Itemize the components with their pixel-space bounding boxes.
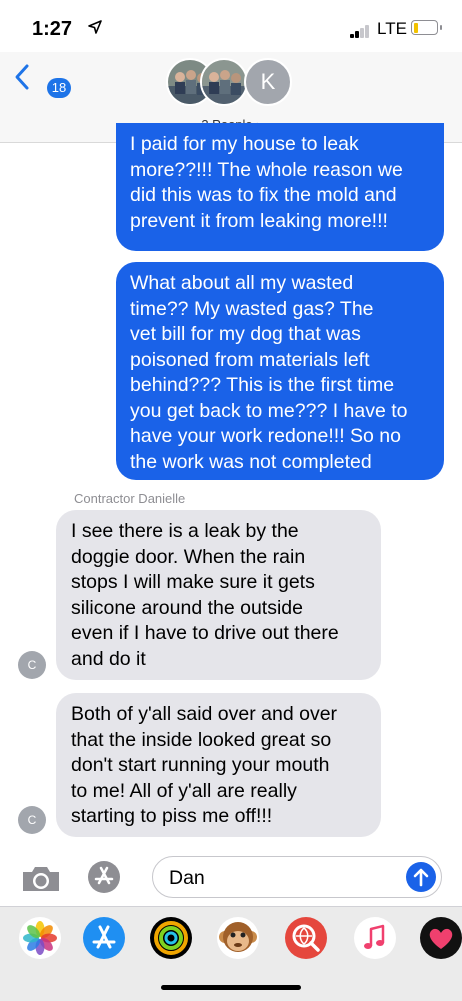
network-type: LTE (377, 19, 407, 38)
back-button[interactable]: 18 (14, 63, 71, 98)
status-time: 1:27 (32, 18, 73, 40)
digital-touch-icon[interactable] (420, 917, 462, 959)
sender-avatar[interactable]: C (18, 806, 46, 834)
app-store-icon[interactable] (88, 861, 120, 893)
photos-icon[interactable] (19, 917, 61, 959)
arrow-up-icon (413, 868, 429, 887)
battery-icon (411, 20, 442, 35)
incoming-message[interactable]: I see there is a leak by the doggie door… (56, 510, 381, 680)
compose-bar: Dan (0, 850, 462, 906)
sender-avatar[interactable]: C (18, 651, 46, 679)
outgoing-message[interactable]: What about all my wasted time?? My waste… (116, 262, 444, 480)
contact-avatar-k: K (244, 58, 292, 106)
group-avatars[interactable]: K (166, 58, 296, 114)
unread-count-badge: 18 (47, 78, 71, 98)
incoming-message[interactable]: Both of y'all said over and over that th… (56, 693, 381, 837)
signal-icon (350, 24, 372, 38)
camera-icon[interactable] (20, 864, 62, 894)
message-input[interactable]: Dan (152, 856, 442, 898)
images-search-icon[interactable] (285, 917, 327, 959)
app-store-icon[interactable] (83, 917, 125, 959)
location-arrow-icon (88, 20, 102, 34)
outgoing-message[interactable]: I paid for my house to leak more??!!! Th… (116, 123, 444, 251)
group-photo-avatar (200, 58, 248, 106)
status-bar: 1:27 LTE (0, 0, 462, 52)
send-button[interactable] (406, 862, 436, 892)
animoji-monkey-icon[interactable] (217, 917, 259, 959)
music-icon[interactable] (354, 917, 396, 959)
message-input-text: Dan (169, 867, 205, 889)
chevron-left-icon (15, 64, 29, 90)
sender-name: Contractor Danielle (74, 491, 186, 506)
home-indicator[interactable] (161, 985, 301, 990)
activity-icon[interactable] (150, 917, 192, 959)
